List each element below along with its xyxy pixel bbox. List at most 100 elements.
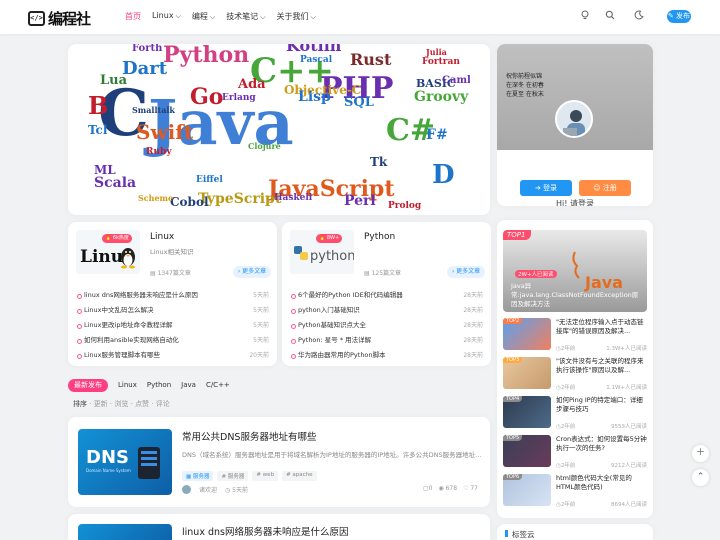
list-item[interactable]: Linux中文乱码怎么解决 5天前 — [76, 303, 269, 318]
menu-item-linux[interactable]: Linux ⌵ — [152, 11, 181, 22]
category-title[interactable]: Python — [364, 232, 395, 242]
main-menu: 首页 Linux ⌵ 编程 ⌵ 技术笔记 ⌵ 关于我们 ⌵ — [125, 11, 316, 22]
hot-thumbnail: TOP5 — [503, 435, 551, 467]
hot-item[interactable]: TOP3 "该文件没有与之关联的程序来执行该操作"原因以及解... ◷2年前 1… — [503, 357, 647, 393]
post-card[interactable]: DNS Domain Name System 常用公共DNS服务器地址有哪些 D… — [68, 417, 490, 507]
sort-comments[interactable]: 评论 — [156, 400, 170, 408]
author-name[interactable]: 诸欢迎 — [199, 485, 217, 494]
post-thumbnail[interactable] — [78, 524, 172, 540]
hot-date: ◷2年前 — [556, 463, 576, 469]
list-item[interactable]: Linux服务管理脚本有哪些 20天前 — [76, 348, 269, 363]
menu-item-programming[interactable]: 编程 ⌵ — [192, 11, 215, 22]
read-count: 8694人已阅读 — [611, 502, 647, 508]
hot-title[interactable]: "该文件没有与之关联的程序来执行该操作"原因以及解... — [556, 357, 647, 375]
python-logo-word: python — [310, 249, 354, 264]
cloud-word: B — [88, 91, 109, 120]
hero-banner[interactable]: Java C C++ Python PHP JavaScript TypeScript Swi… — [68, 44, 490, 215]
hot-title[interactable]: html颜色代码大全(常见的HTML颜色代码) — [556, 474, 647, 492]
site-name: 编程社 — [48, 10, 91, 28]
list-item[interactable]: python入门基础知识 28天前 — [290, 303, 483, 318]
list-item[interactable]: Python基础知识点大全 28天前 — [290, 318, 483, 333]
login-button[interactable]: ➔ 登录 — [520, 180, 572, 196]
cloud-word: Prolog — [388, 201, 422, 211]
tab-python[interactable]: Python — [147, 379, 171, 392]
menu-item-about[interactable]: 关于我们 ⌵ — [277, 11, 316, 22]
more-articles-button[interactable]: › 更多文章 — [447, 266, 485, 278]
bulb-icon[interactable] — [578, 10, 592, 24]
post-tags: ▦ 服务器 # 服务器 # web # apache — [182, 471, 317, 481]
cloud-word: Swift — [136, 120, 194, 144]
hot-thumbnail: TOP3 — [503, 357, 551, 389]
menu-item-notes[interactable]: 技术笔记 ⌵ — [226, 11, 265, 22]
sort-updated[interactable]: 更新 — [94, 400, 108, 408]
publish-button[interactable]: ✎ 发布 — [667, 10, 691, 23]
author-avatar[interactable] — [182, 485, 191, 494]
category-card-linux: Linux 🔥 6k热度 Linux Linux相关知识 ▤ 1347篇文章 ›… — [68, 222, 277, 366]
list-item[interactable]: 6个最好的Python IDE和代码编辑器 28天前 — [290, 288, 483, 303]
tag[interactable]: # web — [252, 471, 279, 481]
cloud-word: Kotlin — [286, 44, 342, 55]
list-item[interactable]: 华为路由器常用的Python脚本 28天前 — [290, 348, 483, 363]
hot-date: ◷2年前 — [556, 385, 576, 391]
hot-badge: 🔥 8W+ — [316, 234, 343, 243]
post-tabs: 最新发布 Linux Python Java C/C++ — [68, 379, 230, 392]
tag-cloud-card: 标签云 — [497, 524, 653, 540]
tag[interactable]: # apache — [282, 471, 317, 481]
post-title[interactable]: 常用公共DNS服务器地址有哪些 — [182, 429, 316, 443]
post-title[interactable]: linux dns网络服务器未响应是什么原因 — [182, 524, 348, 538]
menu-item-home[interactable]: 首页 — [125, 11, 141, 22]
code-icon: </> — [28, 11, 45, 26]
tab-latest[interactable]: 最新发布 — [68, 379, 108, 392]
article-count: ▤ 1347篇文章 — [150, 270, 191, 277]
category-tag[interactable]: ▦ 服务器 — [182, 471, 214, 481]
more-articles-button[interactable]: › 更多文章 — [233, 266, 271, 278]
moon-icon[interactable] — [632, 10, 646, 24]
sort-likes[interactable]: 点赞 — [135, 400, 149, 408]
list-item[interactable]: Linux更改ip地址命令教程详解 5天前 — [76, 318, 269, 333]
post-card[interactable]: linux dns网络服务器未响应是什么原因 — [68, 514, 490, 540]
cloud-word: Groovy — [414, 89, 469, 105]
cloud-word: Tcl — [88, 123, 108, 137]
hot-item[interactable]: TOP6 html颜色代码大全(常见的HTML颜色代码) ◷2年前 8694人已… — [503, 474, 647, 510]
category-card-python: python 🔥 8W+ Python ▤ 125篇文章 › 更多文章 6个最好… — [282, 222, 491, 366]
chevron-down-icon: ⌵ — [310, 13, 316, 21]
tab-linux[interactable]: Linux — [118, 379, 137, 392]
post-stats: ▢0 ◉ 678 ♡ 77 — [423, 485, 478, 492]
site-logo[interactable]: </> 编程社 — [28, 8, 91, 29]
hot-title[interactable]: Java异常:java.lang.ClassNotFoundException原… — [511, 282, 641, 309]
cloud-word: Erlang — [222, 93, 256, 103]
cloud-word: D — [432, 160, 455, 190]
cloud-word: F# — [426, 127, 448, 143]
top1-article[interactable]: Java TOP1 2W+人已阅读 Java异常:java.lang.Class… — [503, 230, 647, 312]
hot-title[interactable]: Cron表达式：如何设置每5分钟执行一次的任务? — [556, 435, 647, 453]
tab-cpp[interactable]: C/C++ — [206, 379, 230, 392]
tag[interactable]: # 服务器 — [217, 471, 249, 481]
like-count: ♡ 77 — [463, 485, 478, 492]
rank-badge: TOP1 — [503, 230, 532, 240]
cloud-word: Julia — [426, 47, 447, 57]
register-button[interactable]: ☺ 注册 — [579, 180, 631, 196]
list-item[interactable]: linux dns网络服务器未响应是什么原因 5天前 — [76, 288, 269, 303]
hot-title[interactable]: "无法定位程序输入点于动态链接库"的错误原因及解决... — [556, 318, 647, 336]
thumb-subtitle: Domain Name System — [86, 468, 131, 473]
cloud-word: Python — [163, 44, 250, 68]
hot-title[interactable]: 如何Ping IP的特定端口：详细步骤与技巧 — [556, 396, 647, 414]
hot-item[interactable]: TOP4 如何Ping IP的特定端口：详细步骤与技巧 ◷2年前 9553人已阅… — [503, 396, 647, 432]
sort-views[interactable]: 浏览 — [114, 400, 128, 408]
tab-java[interactable]: Java — [181, 379, 196, 392]
chevron-up-icon[interactable]: ⌃ — [692, 469, 709, 486]
list-item[interactable]: 如何利用ansible实现网络自动化 5天前 — [76, 333, 269, 348]
top-navbar: </> 编程社 首页 Linux ⌵ 编程 ⌵ 技术笔记 ⌵ 关于我们 ⌵ ✎ 发布 — [0, 0, 720, 34]
hot-thumbnail: TOP6 — [503, 474, 551, 506]
search-icon[interactable] — [603, 10, 617, 24]
category-article-list: 6个最好的Python IDE和代码编辑器 28天前 python入门基础知识 28… — [290, 288, 483, 363]
plus-icon[interactable]: ＋ — [692, 445, 709, 462]
hot-item[interactable]: TOP2 "无法定位程序输入点于动态链接库"的错误原因及解决... ◷2年前 1… — [503, 318, 647, 354]
list-item[interactable]: Python: 星号 * 用法详解 28天前 — [290, 333, 483, 348]
category-title[interactable]: Linux — [150, 232, 174, 242]
hot-item[interactable]: TOP5 Cron表达式：如何设置每5分钟执行一次的任务? ◷2年前 9212人… — [503, 435, 647, 471]
cloud-word: Lua — [100, 73, 128, 88]
post-thumbnail[interactable]: DNS Domain Name System — [78, 429, 172, 495]
post-excerpt: DNS（域名系统）服务器地址是用于将域名解析为IP地址的服务器的IP地址。许多公… — [182, 451, 482, 459]
chevron-down-icon: ⌵ — [175, 12, 181, 20]
